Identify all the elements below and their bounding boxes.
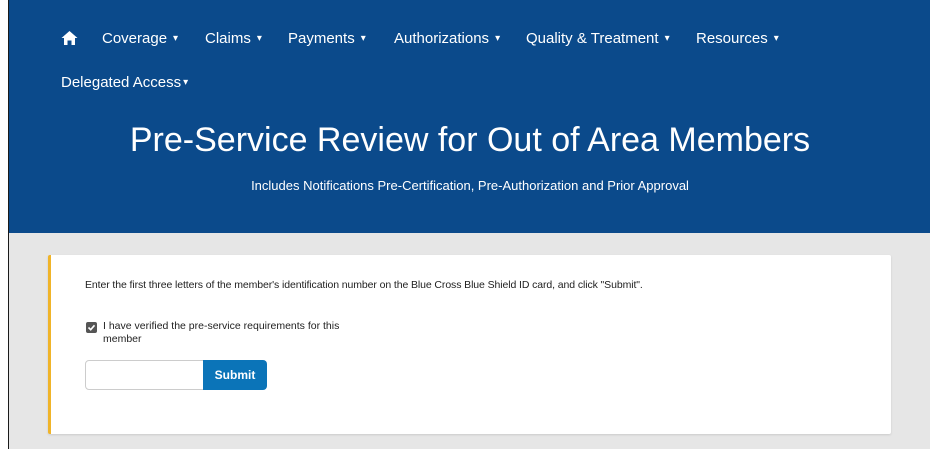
chevron-down-icon: ▾ [183,77,189,88]
chevron-down-icon: ▾ [773,33,779,44]
nav-label: Claims [205,30,251,47]
nav-payments[interactable]: Payments ▾ [288,30,366,48]
form-card: Enter the first three letters of the mem… [48,255,891,434]
nav-label: Payments [288,30,355,47]
nav-label: Coverage [102,30,168,47]
nav-authorizations[interactable]: Authorizations ▾ [394,30,500,48]
instructions-text: Enter the first three letters of the mem… [85,279,643,291]
nav-label: Quality & Treatment [526,30,659,47]
nav-label: Resources [696,30,768,47]
page-frame: Coverage ▾ Claims ▾ Payments ▾ Authorizatio… [8,0,930,449]
member-id-prefix-input[interactable] [85,360,204,390]
chevron-down-icon: ▾ [360,33,366,44]
nav-coverage[interactable]: Coverage ▾ [102,30,178,48]
chevron-down-icon: ▾ [495,33,501,44]
nav-label: Delegated Access [61,74,182,91]
header-banner: Coverage ▾ Claims ▾ Payments ▾ Authorizatio… [9,0,930,233]
chevron-down-icon: ▾ [256,33,262,44]
chevron-down-icon: ▾ [173,33,179,44]
nav-claims[interactable]: Claims ▾ [205,30,262,48]
nav-quality-treatment[interactable]: Quality & Treatment ▾ [526,30,670,48]
nav-delegated-access[interactable]: Delegated Access ▾ [61,74,188,92]
verified-checkbox[interactable] [86,322,97,333]
content-area: Enter the first three letters of the mem… [9,233,930,449]
chevron-down-icon: ▾ [664,33,670,44]
page-subtitle: Includes Notifications Pre-Certification… [251,178,689,193]
nav-resources[interactable]: Resources ▾ [696,30,779,48]
nav-label: Authorizations [394,30,490,47]
submit-button[interactable]: Submit [203,360,267,390]
home-icon[interactable] [61,30,78,46]
checkmark-icon [87,324,96,331]
verified-checkbox-label: I have verified the pre-service requirem… [103,320,340,345]
page-title: Pre-Service Review for Out of Area Membe… [129,121,811,159]
